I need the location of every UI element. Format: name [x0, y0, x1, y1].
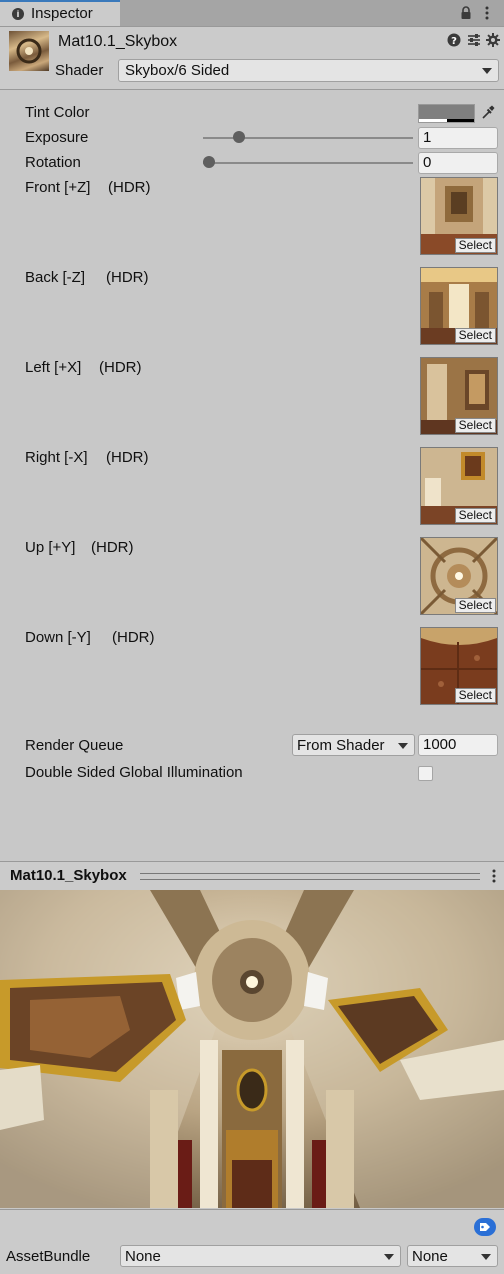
gear-icon[interactable]	[486, 33, 500, 47]
tab-inspector[interactable]: i Inspector	[0, 0, 120, 26]
texture-row-down: Down [-Y] (HDR) Select	[0, 627, 504, 717]
tab-title: Inspector	[31, 5, 93, 22]
texture-label: Front [+Z]	[25, 179, 91, 196]
texture-select-button[interactable]: Select	[454, 238, 496, 253]
chevron-down-icon	[398, 743, 408, 749]
info-icon: i	[12, 8, 24, 20]
dsgi-checkbox[interactable]	[418, 766, 433, 781]
texture-label: Back [-Z]	[25, 269, 86, 286]
shader-dropdown[interactable]: Skybox/6 Sided	[118, 59, 499, 82]
texture-label: Left [+X]	[25, 359, 82, 376]
texture-label: Right [-X]	[25, 449, 88, 466]
assetbundle-variant-dropdown[interactable]: None	[407, 1245, 498, 1267]
rotation-label: Rotation	[25, 154, 81, 171]
lock-icon[interactable]	[460, 6, 472, 20]
tab-bar: i Inspector	[0, 0, 504, 27]
texture-select-button[interactable]: Select	[454, 508, 496, 523]
texture-row-right: Right [-X] (HDR) Select	[0, 447, 504, 537]
assetbundle-label: AssetBundle	[6, 1248, 91, 1265]
hdr-label: (HDR)	[91, 539, 134, 556]
texture-slot-up[interactable]: Select	[420, 537, 498, 615]
properties-panel: Tint Color Exposure 1 Rotation 0 Front […	[0, 90, 504, 860]
tab-menu-icon[interactable]	[483, 5, 491, 21]
assetbundle-footer: AssetBundle None None	[0, 1209, 504, 1274]
chevron-down-icon	[481, 1254, 491, 1260]
render-queue-label: Render Queue	[25, 737, 124, 754]
assetbundle-variant-value: None	[412, 1248, 448, 1265]
rotation-field[interactable]: 0	[418, 152, 498, 174]
shader-label: Shader	[55, 62, 104, 79]
material-header: Mat10.1_Skybox ? Shader Skybox/6 Sided	[0, 27, 504, 90]
rotation-slider-handle[interactable]	[203, 156, 215, 168]
material-thumbnail	[9, 31, 49, 71]
texture-label: Down [-Y]	[25, 629, 91, 646]
texture-label: Up [+Y]	[25, 539, 76, 556]
exposure-label: Exposure	[25, 129, 89, 146]
shader-value: Skybox/6 Sided	[125, 62, 230, 79]
assetbundle-name-dropdown[interactable]: None	[120, 1245, 401, 1267]
presets-icon[interactable]	[467, 33, 481, 47]
preview-menu-icon[interactable]	[490, 868, 498, 884]
render-queue-field[interactable]: 1000	[418, 734, 498, 756]
chevron-down-icon	[482, 68, 492, 74]
texture-row-back: Back [-Z] (HDR) Select	[0, 267, 504, 357]
texture-slot-back[interactable]: Select	[420, 267, 498, 345]
texture-row-front: Front [+Z] (HDR) Select	[0, 177, 504, 267]
render-queue-mode: From Shader	[297, 737, 385, 754]
texture-list: Front [+Z] (HDR) Select Back [-Z] (HDR) …	[0, 177, 504, 717]
tag-icon[interactable]	[474, 1218, 496, 1236]
material-name: Mat10.1_Skybox	[58, 33, 178, 50]
hdr-label: (HDR)	[99, 359, 142, 376]
chevron-down-icon	[384, 1254, 394, 1260]
tint-color-label: Tint Color	[25, 104, 90, 121]
skybox-preview[interactable]	[0, 890, 504, 1208]
hdr-label: (HDR)	[108, 179, 151, 196]
preview-drag-handle[interactable]	[140, 873, 480, 880]
texture-row-up: Up [+Y] (HDR) Select	[0, 537, 504, 627]
texture-slot-right[interactable]: Select	[420, 447, 498, 525]
exposure-slider-handle[interactable]	[232, 131, 245, 143]
texture-select-button[interactable]: Select	[454, 418, 496, 433]
texture-slot-down[interactable]: Select	[420, 627, 498, 705]
preview-header: Mat10.1_Skybox	[0, 861, 504, 891]
eyedropper-icon[interactable]	[481, 105, 495, 120]
assetbundle-name-value: None	[125, 1248, 161, 1265]
texture-select-button[interactable]: Select	[454, 688, 496, 703]
exposure-field[interactable]: 1	[418, 127, 498, 149]
hdr-label: (HDR)	[106, 269, 149, 286]
help-icon[interactable]: ?	[447, 33, 461, 47]
texture-slot-left[interactable]: Select	[420, 357, 498, 435]
tint-color-swatch[interactable]	[418, 104, 475, 123]
texture-select-button[interactable]: Select	[454, 328, 496, 343]
svg-text:?: ?	[451, 36, 457, 47]
rotation-slider-track[interactable]	[203, 162, 413, 164]
preview-title: Mat10.1_Skybox	[10, 867, 127, 884]
texture-row-left: Left [+X] (HDR) Select	[0, 357, 504, 447]
texture-select-button[interactable]: Select	[454, 598, 496, 613]
texture-slot-front[interactable]: Select	[420, 177, 498, 255]
render-queue-dropdown[interactable]: From Shader	[292, 734, 415, 756]
hdr-label: (HDR)	[112, 629, 155, 646]
dsgi-label: Double Sided Global Illumination	[25, 764, 243, 781]
hdr-label: (HDR)	[106, 449, 149, 466]
